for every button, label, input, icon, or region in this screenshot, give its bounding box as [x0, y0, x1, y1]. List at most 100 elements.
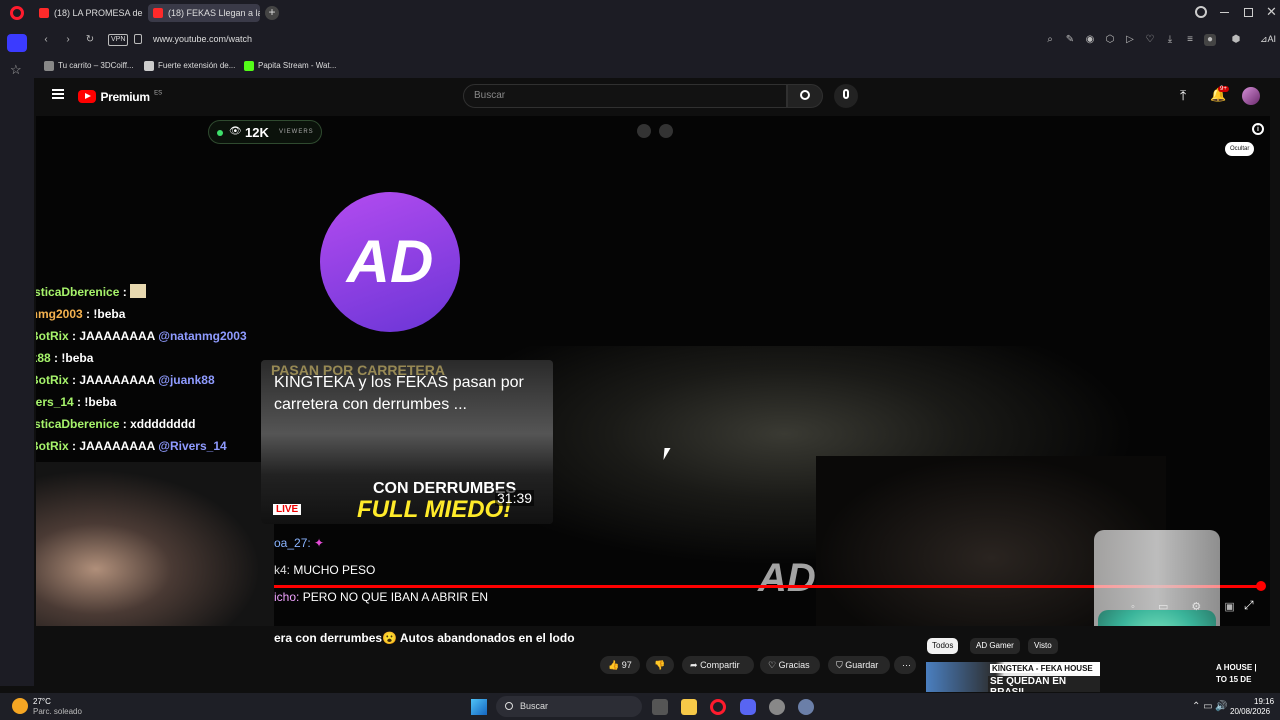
feather-emote-icon: ✦	[314, 536, 325, 550]
bookmark-2[interactable]: Fuerte extensión de...	[144, 59, 235, 73]
profile-icon[interactable]: ●	[1204, 34, 1216, 46]
chat-line: BotRix : JAAAAAAAA @juank88	[36, 370, 215, 390]
chat-line: Rivers_14 : !beba	[36, 392, 116, 412]
camera-icon[interactable]: ◉	[1084, 34, 1096, 46]
filter-chip-adgamer[interactable]: AD Gamer	[970, 638, 1020, 654]
info-icon[interactable]: i	[1252, 123, 1264, 135]
miniplayer-icon[interactable]	[637, 124, 651, 138]
live-dot-icon	[217, 130, 223, 136]
progress-handle[interactable]	[1256, 581, 1266, 591]
search-icon	[505, 702, 513, 710]
shield-icon[interactable]: ⬡	[1104, 34, 1116, 46]
stream-chat: EsvasticaDberenice : natanmg2003 : !beba…	[36, 282, 260, 462]
chat-line: natanmg2003 : !beba	[36, 307, 126, 321]
eye-icon: 👁	[229, 126, 242, 137]
home-icon[interactable]	[7, 34, 27, 52]
opera-logo-icon[interactable]	[10, 6, 24, 20]
browser-sidebar: ☆	[0, 26, 34, 686]
video-card-title: KINGTEKA y los FEKAS pasan por carretera…	[274, 374, 524, 413]
channel-watermark: AD	[758, 556, 816, 600]
close-window-button[interactable]: ✕	[1266, 4, 1277, 20]
video-cam-icon[interactable]	[659, 124, 673, 138]
start-button[interactable]	[471, 699, 487, 715]
menu-icon[interactable]: ≡	[1184, 34, 1196, 46]
bookmark-favicon-icon	[144, 61, 154, 71]
url-text[interactable]: www.youtube.com/watch	[153, 34, 252, 44]
share-button[interactable]: ➦ Compartir	[682, 656, 754, 674]
youtube-header: Premium ES Buscar ⤒ 🔔 9+	[34, 78, 1280, 116]
chat-line: oa_27: ✦	[274, 536, 325, 550]
bookmark-icon: ⛉	[836, 660, 843, 670]
file-explorer-icon[interactable]	[681, 699, 697, 715]
system-tray-icons[interactable]: ⌃ ▭ 🔊	[1192, 701, 1228, 712]
bookmark-1[interactable]: Tu carrito – 3DCoiff...	[44, 59, 134, 73]
tab-1[interactable]: (18) LA PROMESA de Kin	[34, 4, 144, 22]
thumbs-up-icon: 👍	[608, 660, 620, 670]
thumbs-down-icon: 👎	[654, 660, 666, 670]
discord-icon[interactable]	[740, 699, 756, 715]
download-icon[interactable]: ⤓	[1164, 34, 1176, 46]
chat-line: icho: PERO NO QUE IBAN A ABRIR EN	[274, 590, 489, 604]
fullscreen-icon[interactable]: ⤢	[1244, 598, 1254, 613]
like-button[interactable]: 👍 97	[600, 656, 640, 674]
new-tab-button[interactable]: +	[265, 6, 279, 20]
reload-icon[interactable]: ↻	[84, 34, 96, 46]
chat-line: EsvasticaDberenice :	[36, 282, 147, 302]
search-icon	[800, 90, 810, 100]
chat-line: BotRix : JAAAAAAAA @natanmg2003	[36, 326, 247, 346]
url-box[interactable]: www.youtube.com/watch	[130, 30, 1220, 50]
suggested-thumbnail[interactable]: KINGTEKA - FEKA HOUSE SE QUEDAN EN BRASI…	[926, 662, 1100, 692]
search-page-icon[interactable]: ⌕	[1044, 34, 1056, 46]
dislike-button[interactable]: 👎	[646, 656, 674, 674]
ellipsis-icon: ⋯	[902, 660, 911, 670]
taskbar-search[interactable]: Buscar	[496, 696, 642, 717]
windows-taskbar: 27°C Parc. soleado Buscar ⌃ ▭ 🔊 19:16 20…	[0, 693, 1280, 720]
youtube-logo[interactable]: Premium ES	[78, 88, 162, 104]
search-button[interactable]	[787, 84, 823, 108]
star-icon[interactable]: ☆	[10, 62, 22, 78]
weather-icon[interactable]	[12, 698, 28, 714]
settings-gear-icon[interactable]	[798, 699, 814, 715]
chrome-icon[interactable]	[769, 699, 785, 715]
video-title: era con derrumbes😮 Autos abandonados en …	[274, 631, 575, 645]
back-icon[interactable]: ‹	[40, 34, 52, 46]
vpn-badge[interactable]: VPN	[108, 34, 129, 46]
thanks-button[interactable]: ♡ Gracias	[760, 656, 820, 674]
bookmarks-bar: Tu carrito – 3DCoiff... Fuerte extensión…	[34, 54, 1280, 78]
bookmark-3[interactable]: Papita Stream - Wat...	[244, 59, 336, 73]
share-icon: ➦	[690, 660, 698, 670]
chat-line: BotRix : JAAAAAAAA @Rivers_14	[36, 436, 227, 456]
heart-icon[interactable]: ♡	[1144, 34, 1156, 46]
ai-button[interactable]: ⊿AI	[1260, 34, 1276, 45]
filter-chip-all[interactable]: Todos	[927, 638, 959, 654]
tab-2-active[interactable]: (18) FEKAS Llegan a la	[148, 4, 260, 22]
avatar[interactable]	[1242, 87, 1260, 105]
minimize-button[interactable]	[1220, 12, 1229, 13]
lower-chat: oa_27: ✦ k4: MUCHO PESO icho: PERO NO QU…	[274, 536, 574, 617]
suggested-video-card[interactable]: PASAN POR CARRETERA KINGTEKA y los FEKAS…	[261, 360, 553, 524]
upload-icon[interactable]: ⤒	[1180, 87, 1186, 104]
restore-button[interactable]	[1244, 8, 1253, 17]
edit-icon[interactable]: ✎	[1064, 34, 1076, 46]
extensions-icon[interactable]: ⬢	[1230, 34, 1242, 46]
search-input[interactable]: Buscar	[463, 84, 787, 108]
chat-line: juank88 : !beba	[36, 351, 94, 365]
hamburger-menu-icon[interactable]	[52, 89, 64, 99]
chat-line: EsvasticaDberenice : xdddddddd	[36, 417, 196, 431]
mouse-cursor-icon	[663, 448, 671, 460]
kick-favicon-icon	[244, 61, 254, 71]
task-view-icon[interactable]	[652, 699, 668, 715]
video-player[interactable]: AD 👁 12K VIEWERS i Ocultar EsvasticaDber…	[36, 116, 1270, 626]
opera-icon[interactable]	[710, 699, 726, 715]
search-tabs-icon[interactable]	[1195, 6, 1207, 18]
video-duration: 31:39	[495, 490, 535, 506]
filter-chip-watched[interactable]: Visto	[1028, 638, 1058, 654]
mic-button[interactable]	[834, 84, 858, 108]
save-button[interactable]: ⛉ Guardar	[828, 656, 890, 674]
channel-logo: AD	[320, 192, 460, 332]
play-icon[interactable]: ▷	[1124, 34, 1136, 46]
forward-icon[interactable]: ›	[62, 34, 74, 46]
hide-button[interactable]: Ocultar	[1225, 142, 1255, 156]
notif-badge: 9+	[1218, 86, 1229, 92]
more-actions-button[interactable]: ⋯	[894, 656, 916, 674]
